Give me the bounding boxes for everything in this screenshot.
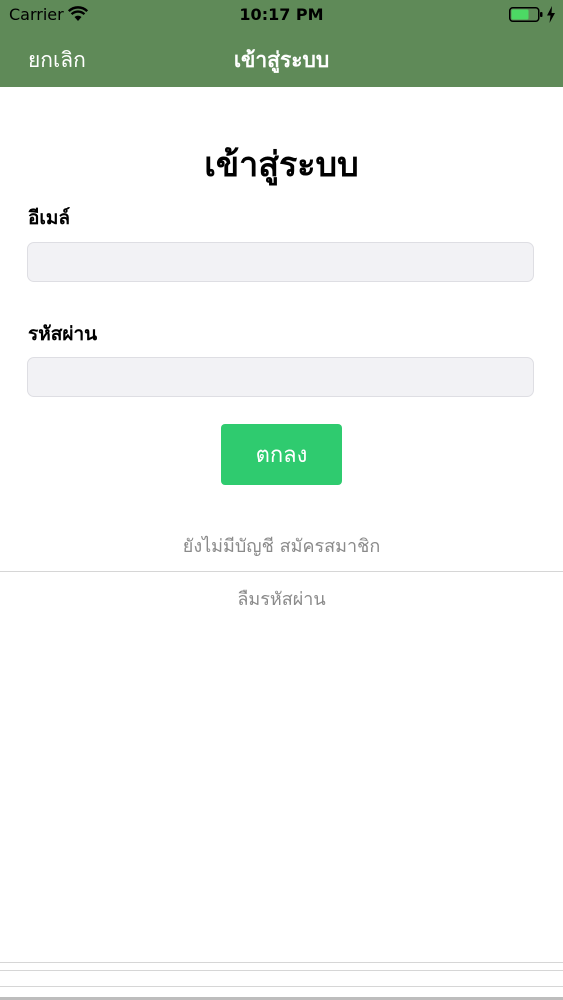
- email-field[interactable]: [27, 242, 534, 282]
- nav-title: เข้าสู่ระบบ: [233, 48, 330, 72]
- bottom-divider: [0, 962, 563, 963]
- status-bar: Carrier 10:17 PM: [0, 0, 563, 30]
- password-field[interactable]: [27, 357, 534, 397]
- register-link[interactable]: ยังไม่มีบัญชี สมัครสมาชิก: [0, 531, 563, 560]
- charging-bolt-icon: [547, 6, 555, 23]
- forgot-password-link[interactable]: ลืมรหัสผ่าน: [0, 584, 563, 613]
- divider: [0, 571, 563, 572]
- battery-icon: [509, 7, 543, 22]
- email-label: อีเมล์: [28, 207, 71, 229]
- navigation-bar: ยกเลิก เข้าสู่ระบบ: [0, 30, 563, 87]
- bottom-divider: [0, 986, 563, 987]
- bottom-divider: [0, 970, 563, 971]
- status-time: 10:17 PM: [239, 5, 324, 24]
- page-title: เข้าสู่ระบบ: [204, 145, 359, 185]
- password-label: รหัสผ่าน: [28, 323, 98, 345]
- submit-button[interactable]: ตกลง: [221, 424, 342, 485]
